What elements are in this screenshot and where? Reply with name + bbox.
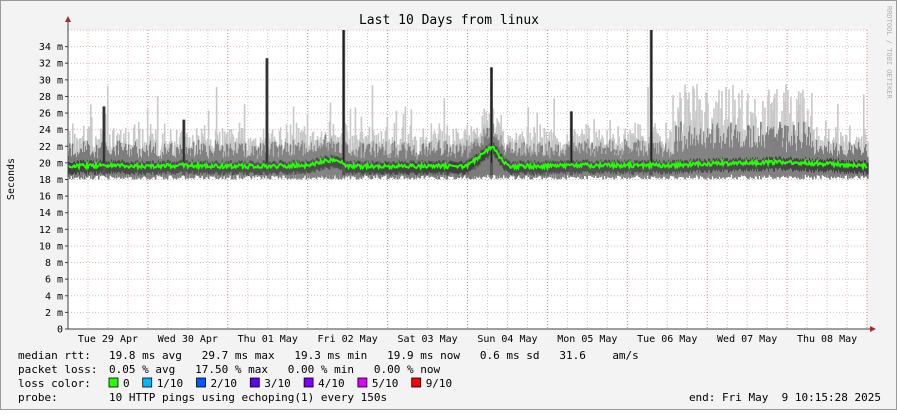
loss-swatch-label: 5/10 <box>372 377 399 390</box>
spike-core <box>183 119 185 163</box>
x-tick-label: Tue 06 May <box>637 334 697 345</box>
x-tick-labels: Tue 29 Apr Wed 30 Apr Thu 01 May Fri 02 May… <box>78 334 857 345</box>
x-tick-label: Thu 01 May <box>238 334 298 345</box>
y-tick-label: 34 m <box>39 42 63 53</box>
x-tick-label: Wed 07 May <box>717 334 777 345</box>
chart-title: Last 10 Days from linux <box>359 13 539 28</box>
loss-swatch-label: 1/10 <box>157 377 184 390</box>
y-tick-label: 6 m <box>45 275 63 286</box>
y-tick-label: 12 m <box>39 225 63 236</box>
y-tick-label: 0 <box>57 325 63 336</box>
y-tick-label: 8 m <box>45 258 63 269</box>
y-tick-label: 4 m <box>45 291 63 302</box>
y-tick-label: 28 m <box>39 92 63 103</box>
x-tick-label: Wed 30 Apr <box>158 334 218 345</box>
y-tick-label: 22 m <box>39 142 63 153</box>
chart-svg: Last 10 Days from linux Seconds RRDTOOL … <box>6 6 893 404</box>
loss-swatch <box>411 377 422 388</box>
y-tick-label: 24 m <box>39 125 63 136</box>
smoke-core <box>867 162 869 175</box>
y-tick-label: 18 m <box>39 175 63 186</box>
loss-color-label: loss color: <box>18 377 91 390</box>
y-tick-label: 20 m <box>39 158 63 169</box>
spike-core <box>650 30 652 163</box>
probe-text: 10 HTTP pings using echoping(1) every 15… <box>109 391 387 404</box>
x-tick-label: Sat 03 May <box>397 334 457 345</box>
y-tick-label: 2 m <box>45 308 63 319</box>
spike-core <box>103 106 105 163</box>
loss-color-swatches: 0 1/10 2/10 3/10 4/10 5/10 9/10 <box>108 377 453 390</box>
x-tick-label: Fri 02 May <box>318 334 378 345</box>
x-axis-arrow <box>870 326 876 332</box>
y-tick-label: 26 m <box>39 109 63 120</box>
legend: median rtt: 19.8 ms avg 29.7 ms max 19.3… <box>18 349 881 404</box>
loss-swatch <box>357 377 368 388</box>
packet-loss-values: 0.05 % avg 17.50 % max 0.00 % min 0.00 %… <box>109 363 441 376</box>
y-tick-labels: 0 2 m 4 m 6 m 8 m 10 m 12 m 14 m 16 m 18 m 20 m 22 … <box>39 42 68 336</box>
spike-core <box>570 111 572 163</box>
median-rtt-values: 19.8 ms avg 29.7 ms max 19.3 ms min 19.9… <box>109 349 639 362</box>
y-tick-label: 10 m <box>39 241 63 252</box>
watermark: RRDTOOL / TOBI OETIKER <box>885 6 893 100</box>
loss-swatch <box>142 377 153 388</box>
y-tick-label: 14 m <box>39 208 63 219</box>
loss-swatch-label: 4/10 <box>318 377 345 390</box>
x-tick-label: Mon 05 May <box>557 334 617 345</box>
packet-loss-label: packet loss: <box>18 363 97 376</box>
x-tick-label: Thu 08 May <box>797 334 857 345</box>
smokeping-graph: Last 10 Days from linux Seconds RRDTOOL … <box>0 0 897 410</box>
median-rtt-label: median rtt: <box>18 349 91 362</box>
end-time: end: Fri May 9 10:15:28 2025 <box>689 391 881 404</box>
y-axis-label: Seconds <box>6 158 17 200</box>
y-tick-label: 32 m <box>39 59 63 70</box>
x-tick-label: Sun 04 May <box>477 334 537 345</box>
spike-core <box>343 30 345 163</box>
loss-swatch-label: 0 <box>123 377 130 390</box>
probe-label: probe: <box>18 391 58 404</box>
loss-swatch-label: 2/10 <box>211 377 238 390</box>
y-axis-arrow <box>65 16 71 22</box>
loss-swatch <box>303 377 314 388</box>
spike-core <box>266 58 268 163</box>
loss-swatch <box>249 377 260 388</box>
x-tick-label: Tue 29 Apr <box>78 334 138 345</box>
loss-swatch <box>196 377 206 388</box>
loss-swatch <box>108 377 119 388</box>
loss-swatch-label: 3/10 <box>264 377 291 390</box>
y-tick-label: 16 m <box>39 192 63 203</box>
loss-swatch-label: 9/10 <box>426 377 453 390</box>
y-tick-label: 30 m <box>39 75 63 86</box>
